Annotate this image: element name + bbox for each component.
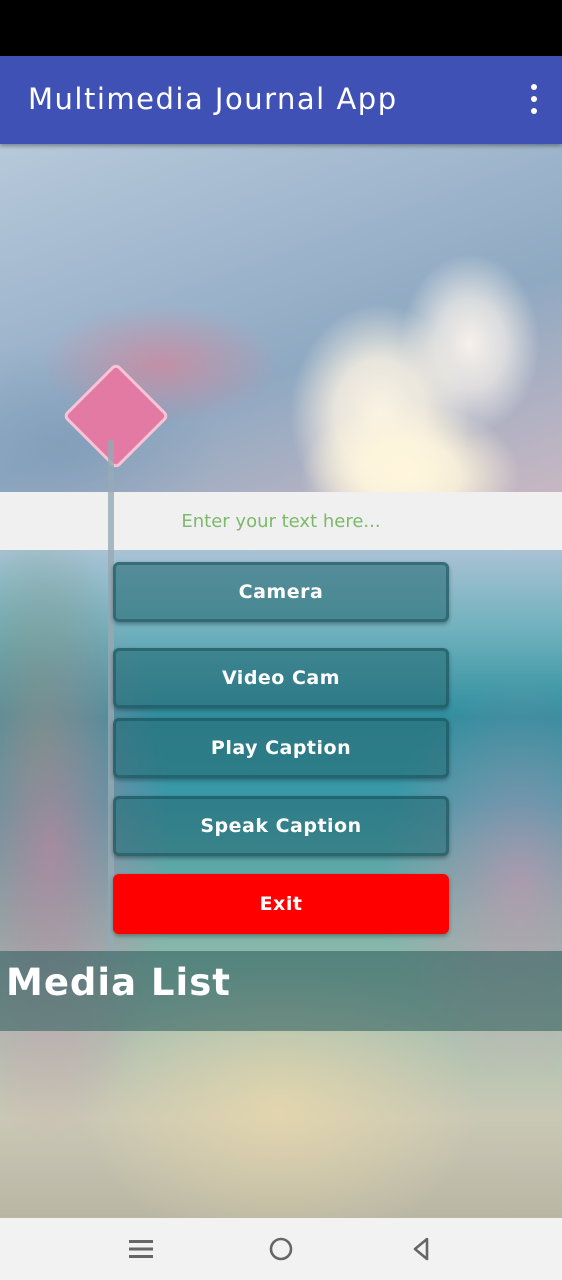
navigation-bar (0, 1218, 562, 1280)
app-title: Multimedia Journal App (28, 82, 398, 116)
play-caption-button[interactable]: Play Caption (113, 718, 449, 778)
speak-caption-button[interactable]: Speak Caption (113, 796, 449, 856)
more-vert-icon[interactable] (526, 84, 542, 114)
background-image-sky (0, 144, 562, 492)
camera-button[interactable]: Camera (113, 562, 449, 622)
status-bar (0, 0, 562, 56)
video-cam-button[interactable]: Video Cam (113, 648, 449, 708)
caption-input[interactable] (0, 492, 562, 550)
screen: Multimedia Journal App Camera Video Cam … (0, 0, 562, 1280)
back-icon[interactable] (408, 1236, 434, 1262)
media-list-title: Media List (6, 961, 231, 1004)
exit-button[interactable]: Exit (113, 874, 449, 934)
home-icon[interactable] (268, 1236, 294, 1262)
app-bar: Multimedia Journal App (0, 56, 562, 144)
recent-apps-icon[interactable] (128, 1236, 154, 1262)
media-list-header: Media List (0, 951, 562, 1031)
